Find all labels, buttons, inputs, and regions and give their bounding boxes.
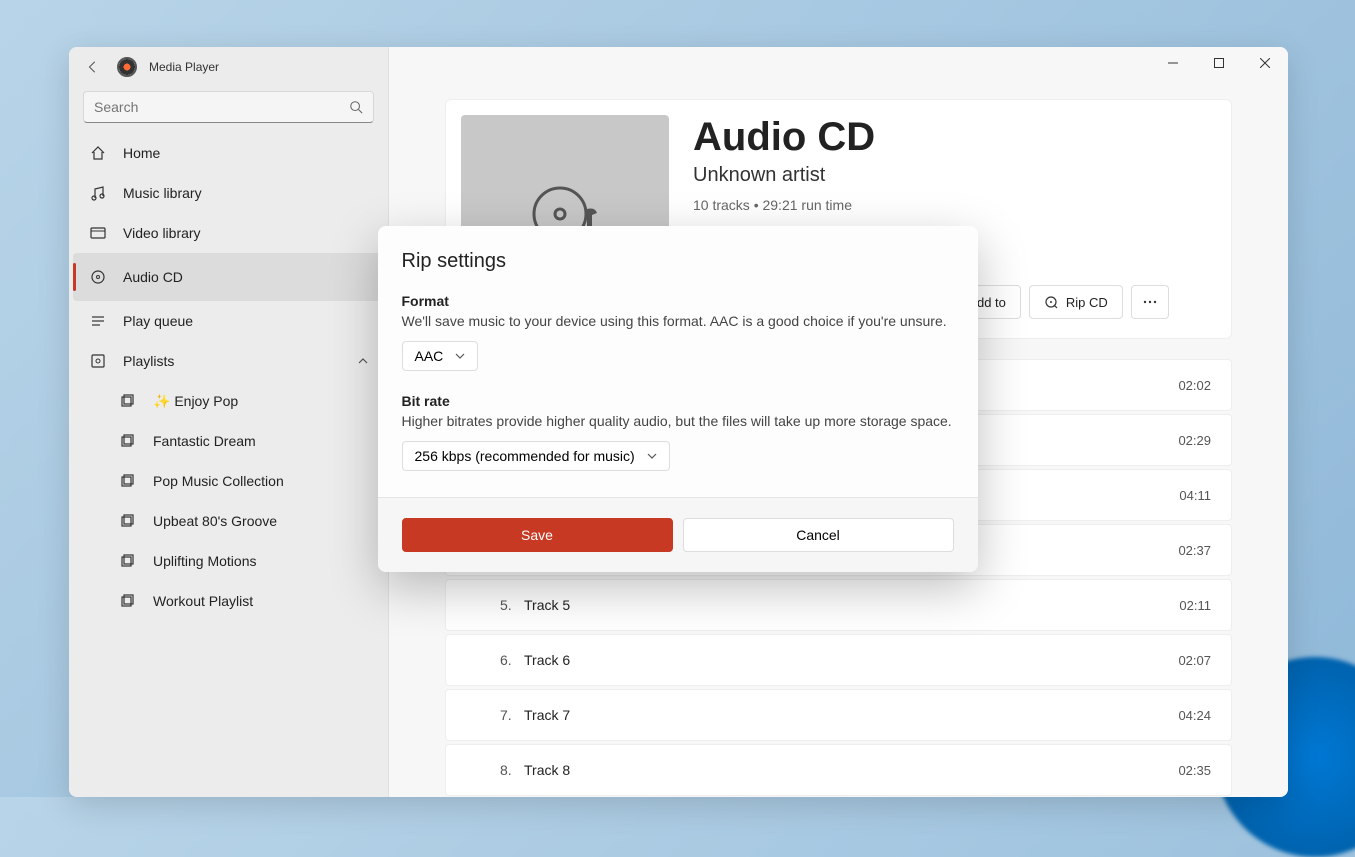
chevron-down-icon bbox=[647, 451, 657, 461]
chevron-down-icon bbox=[455, 351, 465, 361]
rip-settings-dialog: Rip settings Format We'll save music to … bbox=[378, 226, 978, 572]
dropdown-value: 256 kbps (recommended for music) bbox=[415, 448, 635, 464]
dropdown-value: AAC bbox=[415, 348, 444, 364]
cancel-button[interactable]: Cancel bbox=[683, 518, 954, 552]
dialog-title: Rip settings bbox=[402, 250, 954, 273]
format-dropdown[interactable]: AAC bbox=[402, 341, 479, 371]
modal-overlay: Rip settings Format We'll save music to … bbox=[0, 0, 1355, 797]
bitrate-dropdown[interactable]: 256 kbps (recommended for music) bbox=[402, 441, 670, 471]
format-label: Format bbox=[402, 293, 954, 309]
format-desc: We'll save music to your device using th… bbox=[402, 313, 954, 329]
bitrate-desc: Higher bitrates provide higher quality a… bbox=[402, 413, 954, 429]
save-button[interactable]: Save bbox=[402, 518, 673, 552]
bitrate-label: Bit rate bbox=[402, 393, 954, 409]
